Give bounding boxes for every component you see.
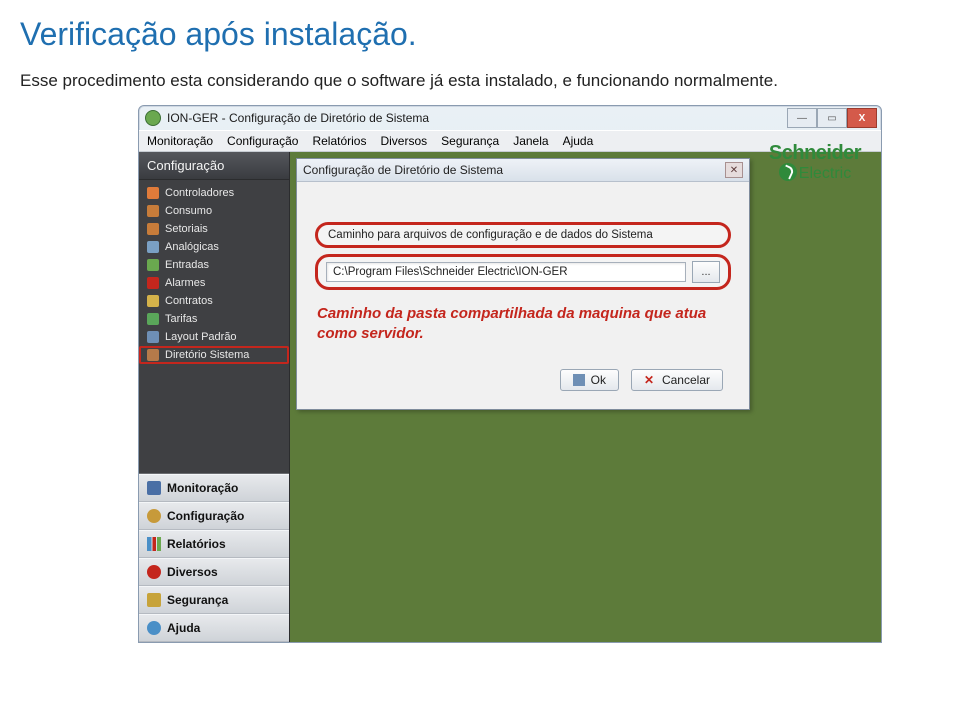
nav-relatorios[interactable]: Relatórios	[139, 530, 289, 558]
nav-configuracao[interactable]: Configuração	[139, 502, 289, 530]
menu-seguranca[interactable]: Segurança	[441, 134, 499, 148]
layout-icon	[147, 331, 159, 343]
nav-label: Diversos	[167, 565, 218, 579]
dialog-close-button[interactable]: ✕	[725, 162, 743, 178]
cancel-button[interactable]: ✕ Cancelar	[631, 369, 723, 391]
folder-icon	[147, 205, 159, 217]
folder-icon	[147, 187, 159, 199]
arrow-icon	[147, 259, 159, 271]
brand-name-top: Schneider	[759, 142, 871, 165]
screenshot: ION-GER - Configuração de Diretório de S…	[138, 105, 880, 643]
misc-icon	[147, 565, 161, 579]
folder-icon	[147, 349, 159, 361]
workspace: Configuração Controladores Consumo Setor…	[139, 152, 881, 642]
nav-label: Relatórios	[167, 537, 226, 551]
page-heading: Verificação após instalação.	[20, 16, 940, 53]
chart-icon	[147, 241, 159, 253]
sidebar: Configuração Controladores Consumo Setor…	[139, 152, 290, 642]
cancel-label: Cancelar	[662, 373, 710, 387]
menu-configuracao[interactable]: Configuração	[227, 134, 298, 148]
folder-icon	[147, 223, 159, 235]
x-icon: ✕	[644, 374, 656, 386]
browse-button[interactable]: ...	[692, 261, 720, 283]
sidebar-item-label: Contratos	[165, 295, 213, 307]
nav-label: Configuração	[167, 509, 244, 523]
app-window: ION-GER - Configuração de Diretório de S…	[138, 105, 882, 643]
dialog-buttons: Ok ✕ Cancelar	[315, 369, 731, 391]
dollar-icon	[147, 313, 159, 325]
nav-monitoracao[interactable]: Monitoração	[139, 474, 289, 502]
brand-name-bottom: Electric	[759, 163, 871, 183]
dialog-window: Configuração de Diretório de Sistema ✕ C…	[296, 158, 750, 410]
ok-label: Ok	[591, 373, 606, 387]
lock-icon	[147, 593, 161, 607]
sidebar-item-label: Layout Padrão	[165, 331, 237, 343]
nav-seguranca[interactable]: Segurança	[139, 586, 289, 614]
document-icon	[147, 295, 159, 307]
sidebar-item-label: Tarifas	[165, 313, 197, 325]
sidebar-item-label: Alarmes	[165, 277, 205, 289]
minimize-button[interactable]: —	[787, 108, 817, 128]
help-icon	[147, 621, 161, 635]
menu-monitoracao[interactable]: Monitoração	[147, 134, 213, 148]
sidebar-item-label: Entradas	[165, 259, 209, 271]
nav-ajuda[interactable]: Ajuda	[139, 614, 289, 642]
disk-icon	[573, 374, 585, 386]
dialog-title: Configuração de Diretório de Sistema	[303, 163, 503, 177]
sidebar-list: Controladores Consumo Setoriais Analógic…	[139, 180, 289, 368]
nav-label: Ajuda	[167, 621, 200, 635]
sidebar-item-tarifas[interactable]: Tarifas	[139, 310, 289, 328]
ok-button[interactable]: Ok	[560, 369, 619, 391]
maximize-button[interactable]: ▭	[817, 108, 847, 128]
sidebar-nav: Monitoração Configuração Relatórios Dive…	[139, 473, 289, 642]
titlebar: ION-GER - Configuração de Diretório de S…	[139, 106, 881, 130]
menu-relatorios[interactable]: Relatórios	[312, 134, 366, 148]
window-title: ION-GER - Configuração de Diretório de S…	[167, 111, 429, 125]
sidebar-item-consumo[interactable]: Consumo	[139, 202, 289, 220]
bar-chart-icon	[147, 537, 161, 551]
menu-janela[interactable]: Janela	[513, 134, 548, 148]
dialog-titlebar: Configuração de Diretório de Sistema ✕	[297, 159, 749, 182]
sidebar-item-label: Diretório Sistema	[165, 349, 249, 361]
bell-icon	[147, 277, 159, 289]
gear-icon	[147, 509, 161, 523]
sidebar-item-controladores[interactable]: Controladores	[139, 184, 289, 202]
leaf-icon	[779, 163, 797, 181]
sidebar-item-alarmes[interactable]: Alarmes	[139, 274, 289, 292]
sidebar-item-label: Controladores	[165, 187, 234, 199]
path-row: C:\Program Files\Schneider Electric\ION-…	[315, 254, 731, 290]
close-button[interactable]: X	[847, 108, 877, 128]
sidebar-title: Configuração	[139, 152, 289, 180]
nav-label: Segurança	[167, 593, 228, 607]
brand-logo: Schneider Electric	[759, 142, 871, 183]
nav-label: Monitoração	[167, 481, 238, 495]
sidebar-item-label: Setoriais	[165, 223, 208, 235]
nav-diversos[interactable]: Diversos	[139, 558, 289, 586]
sidebar-item-contratos[interactable]: Contratos	[139, 292, 289, 310]
page-subtext: Esse procedimento esta considerando que …	[20, 71, 940, 91]
sidebar-item-entradas[interactable]: Entradas	[139, 256, 289, 274]
sidebar-item-diretorio-sistema[interactable]: Diretório Sistema	[139, 346, 289, 364]
sidebar-item-setoriais[interactable]: Setoriais	[139, 220, 289, 238]
app-icon	[145, 110, 161, 126]
menu-diversos[interactable]: Diversos	[380, 134, 427, 148]
window-controls: — ▭ X	[787, 108, 877, 128]
menu-ajuda[interactable]: Ajuda	[563, 134, 594, 148]
group-label: Caminho para arquivos de configuração e …	[315, 222, 731, 248]
dialog-body: Caminho para arquivos de configuração e …	[297, 182, 749, 409]
monitor-icon	[147, 481, 161, 495]
sidebar-item-label: Consumo	[165, 205, 212, 217]
sidebar-item-label: Analógicas	[165, 241, 219, 253]
annotation-text: Caminho da pasta compartilhada da maquin…	[317, 304, 729, 345]
content-area: Configuração de Diretório de Sistema ✕ C…	[290, 152, 881, 642]
sidebar-item-analogicas[interactable]: Analógicas	[139, 238, 289, 256]
sidebar-item-layout-padrao[interactable]: Layout Padrão	[139, 328, 289, 346]
path-input[interactable]: C:\Program Files\Schneider Electric\ION-…	[326, 262, 686, 282]
